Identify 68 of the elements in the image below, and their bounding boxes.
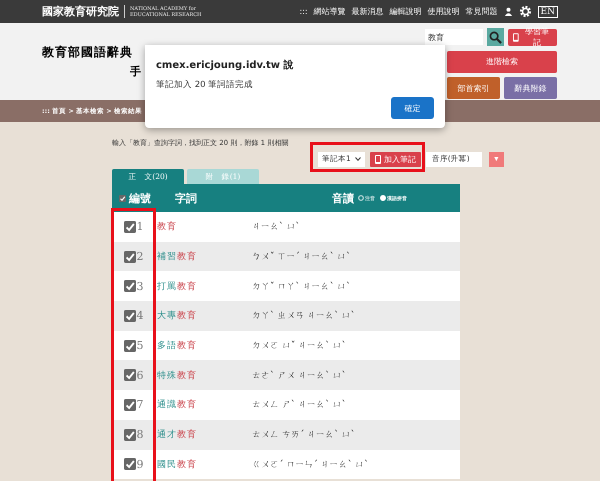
site-logo[interactable]: 國家教育研究院 bbox=[42, 4, 119, 19]
nav-button[interactable]: 辭典附錄 bbox=[504, 77, 557, 100]
word-link[interactable]: 通才教育 bbox=[157, 430, 197, 440]
word-link[interactable]: 國民教育 bbox=[157, 460, 197, 470]
checkbox[interactable] bbox=[124, 250, 136, 263]
settings-icon[interactable] bbox=[518, 5, 532, 18]
zhuyin-reading: ㄍㄨㄛˊ ㄇㄧㄣˊ ㄐㄧㄠˋ ㄩˋ bbox=[252, 460, 369, 470]
row-number: 9 bbox=[136, 458, 144, 471]
row-number: 8 bbox=[136, 428, 144, 442]
row-number: 6 bbox=[136, 368, 144, 382]
add-notes-button[interactable]: 加入筆記 bbox=[370, 152, 421, 166]
chevron-icon bbox=[354, 157, 361, 161]
row-number: 5 bbox=[136, 339, 144, 352]
zhuyin-reading: ㄊㄨㄥ ㄘㄞˊ ㄐㄧㄠˋ ㄩˋ bbox=[252, 430, 356, 440]
row-number: 4 bbox=[136, 309, 144, 322]
row-number: 7 bbox=[136, 398, 144, 412]
nav-link[interactable]: 編輯說明 bbox=[390, 6, 422, 17]
zhuyin-reading: ㄊㄨㄥ ㄕˋ ㄐㄧㄠˋ ㄩˋ bbox=[252, 400, 346, 410]
zhuyin-reading: ㄐㄧㄠˋ ㄩˋ bbox=[252, 222, 300, 232]
checkbox[interactable] bbox=[124, 369, 136, 382]
dictionary-subtitle: 手 bbox=[130, 64, 141, 79]
word-link[interactable]: 通識教育 bbox=[157, 400, 197, 410]
search-button[interactable] bbox=[487, 28, 504, 46]
radio-icon bbox=[380, 195, 386, 202]
nav-link[interactable]: ::: bbox=[299, 7, 308, 16]
zhuyin-reading: ㄊㄜˋ ㄕㄨ ㄐㄧㄠˋ ㄩˋ bbox=[252, 370, 346, 381]
checkbox[interactable] bbox=[124, 340, 136, 352]
search-field[interactable]: 教育 bbox=[425, 29, 483, 46]
word-link[interactable]: 打罵教育 bbox=[157, 282, 197, 292]
row-number: 2 bbox=[136, 250, 144, 264]
language-button[interactable]: EN bbox=[538, 6, 558, 18]
checkbox[interactable] bbox=[124, 280, 136, 292]
nav-link[interactable]: 最新消息 bbox=[352, 6, 384, 17]
notebook-icon bbox=[374, 154, 381, 164]
zhuyin-reading: ㄉㄨㄛ ㄩˇ ㄐㄧㄠˋ ㄩˋ bbox=[252, 341, 346, 352]
radio-icon bbox=[358, 195, 364, 202]
word-link[interactable]: 大專教育 bbox=[157, 311, 197, 322]
dictionary-title: 教育部國語辭典 bbox=[42, 44, 133, 61]
checkbox[interactable] bbox=[124, 428, 136, 441]
select-all-checkbox[interactable] bbox=[119, 194, 126, 202]
row-number: 1 bbox=[136, 220, 144, 234]
nav-link[interactable]: 常見問題 bbox=[466, 6, 498, 17]
checkbox[interactable] bbox=[124, 310, 136, 322]
notebook-icon bbox=[513, 32, 519, 42]
word-link[interactable]: 補習教育 bbox=[157, 252, 197, 262]
nav-link[interactable]: 使用說明 bbox=[428, 6, 460, 17]
ok-button[interactable]: 確定 bbox=[391, 97, 434, 119]
zhuyin-reading: ㄉㄚˋ ㄓㄨㄢ ㄐㄧㄠˋ ㄩˋ bbox=[252, 311, 356, 322]
checkbox[interactable] bbox=[124, 458, 136, 470]
column-header: 編號 bbox=[129, 190, 151, 206]
search-icon bbox=[489, 30, 502, 44]
checkbox[interactable] bbox=[124, 398, 136, 411]
checkbox[interactable] bbox=[124, 220, 136, 233]
word-link[interactable]: 教育 bbox=[157, 222, 177, 232]
word-link[interactable]: 特殊教育 bbox=[157, 370, 197, 381]
notes-button[interactable]: 學習筆記 bbox=[508, 28, 557, 46]
dialog-title: cmex.ericjoung.idv.tw 說 bbox=[156, 58, 295, 72]
word-link[interactable]: 多語教育 bbox=[157, 341, 197, 352]
row-number: 3 bbox=[136, 280, 144, 293]
person-icon[interactable] bbox=[504, 7, 513, 16]
zhuyin-reading: ㄅㄨˇ ㄒㄧˊ ㄐㄧㄠˋ ㄩˋ bbox=[252, 252, 351, 262]
nav-button[interactable]: 進階檢索 bbox=[447, 50, 557, 73]
column-header: 字詞 bbox=[175, 192, 197, 204]
nav-link[interactable]: 網站導覽 bbox=[314, 6, 346, 17]
nav-button[interactable]: 部首索引 bbox=[447, 77, 500, 100]
zhuyin-reading: ㄉㄚˇ ㄇㄚˋ ㄐㄧㄠˋ ㄩˋ bbox=[252, 282, 351, 292]
dialog-message: 筆記加入 20 筆詞語完成 bbox=[156, 79, 254, 91]
column-header: 音讀 bbox=[332, 192, 354, 204]
